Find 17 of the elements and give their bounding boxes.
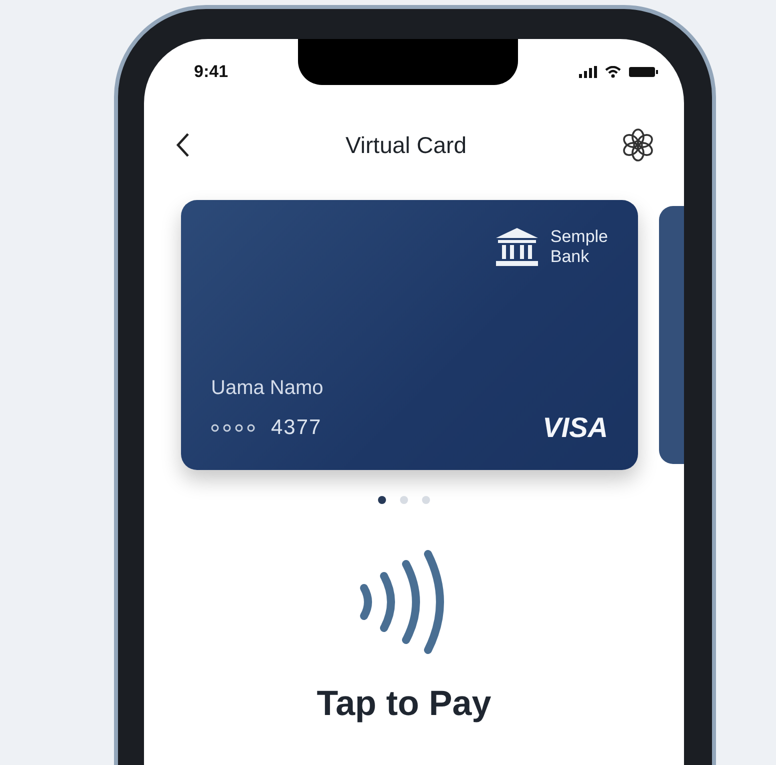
flower-icon[interactable] — [620, 127, 656, 163]
back-button[interactable] — [174, 131, 192, 159]
page-dot[interactable] — [422, 496, 430, 504]
card-number: 4377 — [271, 416, 322, 440]
bank-building-icon — [494, 226, 540, 268]
screen-title: Virtual Card — [345, 132, 467, 158]
battery-icon — [629, 67, 658, 77]
cardholder-name: Uama Namo — [211, 377, 324, 400]
card-network-logo: VISA — [542, 412, 608, 444]
bank-name: Semple Bank — [550, 227, 608, 267]
signal-icon — [579, 66, 597, 78]
tap-to-pay-label: Tap to Pay — [316, 684, 492, 724]
wifi-icon — [605, 66, 621, 78]
page-dot[interactable] — [400, 496, 408, 504]
page-dot[interactable] — [378, 496, 386, 504]
status-time: 9:41 — [194, 62, 228, 82]
bank-card[interactable]: Semple Bank Uama Namo 4377 VISA — [181, 200, 638, 470]
